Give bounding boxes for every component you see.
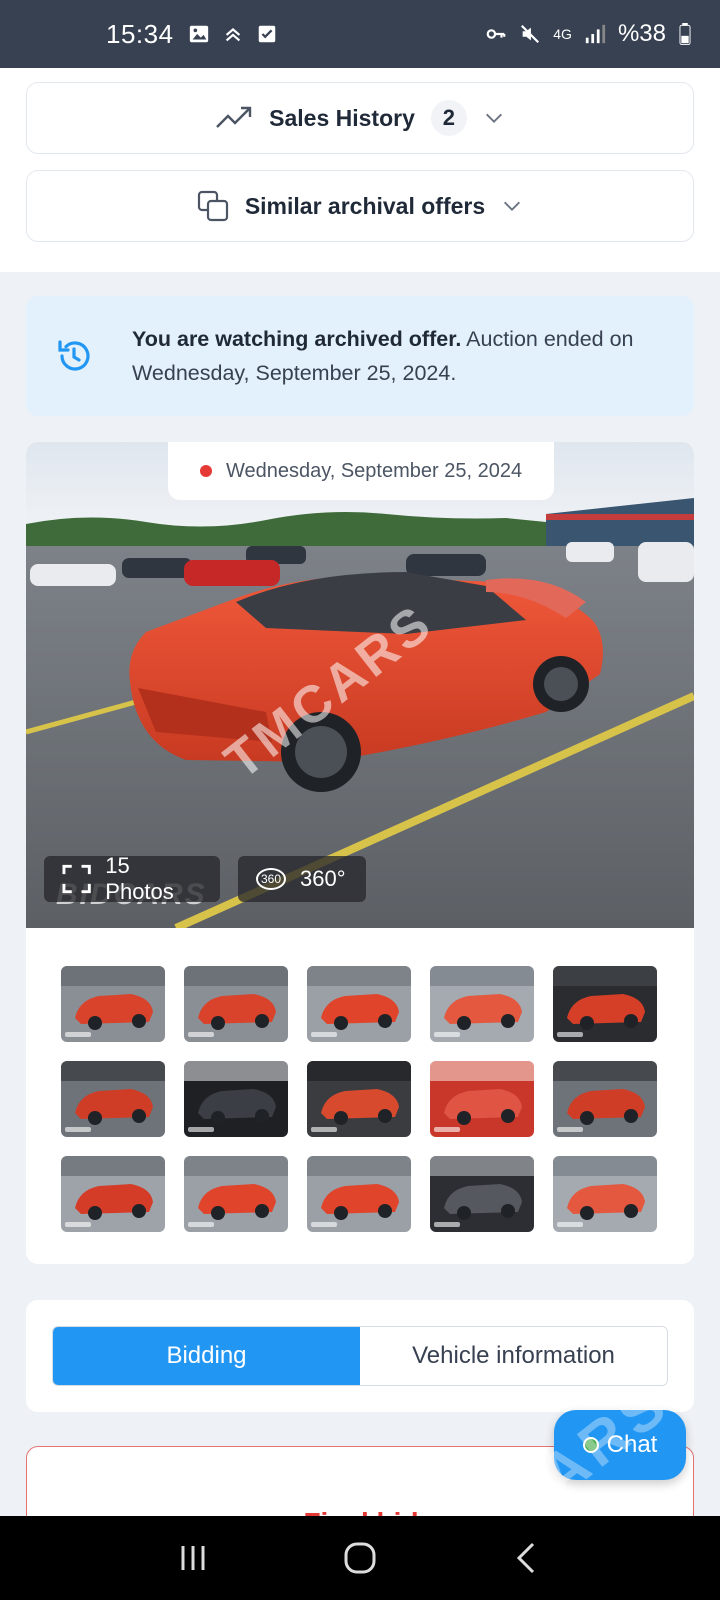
archived-notice: You are watching archived offer. Auction… <box>26 296 694 416</box>
status-time: 15:34 <box>106 18 174 49</box>
mute-icon <box>521 24 540 44</box>
photo-thumbnail[interactable] <box>553 966 657 1042</box>
photo-thumbnail[interactable] <box>553 1156 657 1232</box>
archived-notice-text: You are watching archived offer. Auction… <box>132 322 664 390</box>
key-icon <box>486 29 506 39</box>
photo-thumbnail[interactable] <box>430 1156 534 1232</box>
signal-icon <box>585 24 606 44</box>
360-icon: 360 <box>256 868 287 890</box>
online-dot-icon <box>582 1437 599 1453</box>
photo-thumbnail[interactable] <box>184 1061 288 1137</box>
thumbnail-image <box>307 1061 411 1137</box>
trending-up-icon <box>216 106 252 128</box>
fullscreen-icon <box>62 864 91 894</box>
thumbnail-image <box>61 1061 165 1137</box>
photo-thumbnail[interactable] <box>553 1061 657 1137</box>
photo-thumbnail[interactable] <box>430 966 534 1042</box>
thumbnail-image <box>184 1061 288 1137</box>
thumbnail-image <box>184 966 288 1042</box>
sales-history-accordion[interactable]: Sales History 2 <box>26 82 694 154</box>
thumbnail-image <box>61 1156 165 1232</box>
thumbnail-image <box>307 966 411 1042</box>
photo-thumbnail[interactable] <box>307 966 411 1042</box>
gallery-card: TMCARS Wednesday, September 25, 2024 BID… <box>26 442 694 1264</box>
archived-notice-bold: You are watching archived offer. <box>132 327 462 351</box>
photo-thumbnail[interactable] <box>307 1061 411 1137</box>
thumbnail-image <box>430 1061 534 1137</box>
thumbnail-image <box>553 1156 657 1232</box>
status-bar: 15:34 4G %38 <box>0 0 720 68</box>
back-icon[interactable] <box>507 1538 547 1578</box>
detail-tabs: Bidding Vehicle information <box>52 1326 668 1386</box>
home-icon[interactable] <box>340 1538 380 1578</box>
view-360-button[interactable]: 360 360° <box>238 856 366 902</box>
photos-count-label: 15 Photos <box>105 853 174 904</box>
battery-level: %38 <box>617 20 666 47</box>
view-360-label: 360° <box>300 866 346 891</box>
chevron-down-icon <box>485 113 502 123</box>
photo-thumbnail[interactable] <box>61 1061 165 1137</box>
auction-date: Wednesday, September 25, 2024 <box>225 459 523 482</box>
thumbnail-image <box>61 966 165 1042</box>
system-nav-bar <box>0 1516 720 1600</box>
photo-thumbnail[interactable] <box>61 966 165 1042</box>
thumbnail-image <box>553 966 657 1042</box>
similar-offers-label: Similar archival offers <box>244 192 486 219</box>
top-section: Sales History 2 Similar archival offers <box>0 68 720 272</box>
tabs-card: Bidding Vehicle information <box>26 1300 694 1412</box>
main-photo[interactable]: TMCARS Wednesday, September 25, 2024 BID… <box>26 442 694 928</box>
gallery-icon <box>189 25 208 43</box>
checkbox-icon <box>258 25 275 43</box>
thumbnail-image <box>184 1156 288 1232</box>
sales-history-label: Sales History <box>269 104 415 131</box>
chat-label: Chat <box>606 1431 658 1458</box>
chevrons-up-icon <box>225 27 240 42</box>
auction-date-pill: Wednesday, September 25, 2024 <box>168 442 554 500</box>
network-type: 4G <box>553 26 572 42</box>
photo-thumbnail[interactable] <box>307 1156 411 1232</box>
recent-apps-icon[interactable] <box>173 1538 213 1578</box>
thumbnail-image <box>430 966 534 1042</box>
photo-thumbnail[interactable] <box>184 966 288 1042</box>
thumbnail-image <box>307 1156 411 1232</box>
tab-vehicle-information[interactable]: Vehicle information <box>360 1327 667 1385</box>
photo-thumbnail[interactable] <box>184 1156 288 1232</box>
thumbnail-image <box>553 1061 657 1137</box>
photo-thumbnail[interactable] <box>61 1156 165 1232</box>
battery-icon <box>679 23 691 45</box>
history-icon <box>58 340 90 371</box>
thumbnail-image <box>430 1156 534 1232</box>
thumbnail-grid <box>61 966 657 1232</box>
chevron-down-icon <box>504 201 521 211</box>
tab-bidding[interactable]: Bidding <box>53 1327 360 1385</box>
photos-button[interactable]: 15 Photos <box>44 853 220 904</box>
similar-offers-accordion[interactable]: Similar archival offers <box>26 170 694 242</box>
copy-icon <box>197 190 228 222</box>
photo-thumbnail[interactable] <box>430 1061 534 1137</box>
live-dot-icon <box>199 465 212 477</box>
chat-button[interactable]: Chat <box>554 1410 686 1480</box>
sales-history-count: 2 <box>430 100 467 136</box>
